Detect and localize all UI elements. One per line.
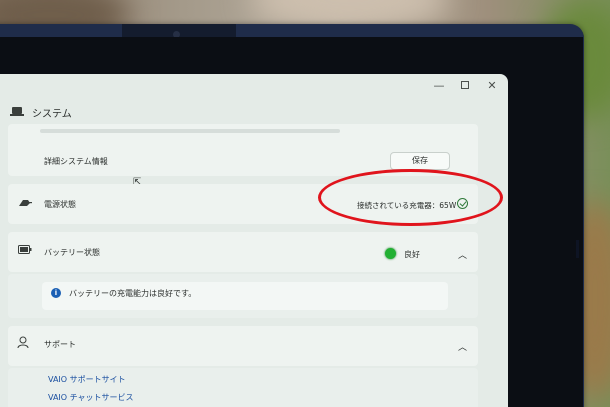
headset-icon — [17, 336, 29, 349]
status-good-icon — [385, 248, 396, 259]
support-site-link[interactable]: VAIO サポートサイト — [48, 374, 126, 385]
battery-icon — [18, 245, 32, 254]
page-title: システム — [32, 108, 72, 120]
battery-status: 良好 — [404, 250, 420, 259]
settings-window: — ✕ システム 詳細システム情報 保存 ⇱ 電源状態 接続されている充電器：6… — [0, 74, 508, 407]
app-title: システム — [10, 104, 72, 120]
chevron-up-icon[interactable]: ︿ — [458, 248, 467, 261]
annotation-ellipse — [318, 169, 503, 226]
close-button[interactable]: ✕ — [485, 79, 499, 93]
scrolled-row-remnant — [40, 129, 340, 133]
support-card[interactable] — [8, 326, 478, 366]
laptop-icon — [10, 107, 24, 117]
battery-message: バッテリーの充電能力は良好です。 — [69, 289, 197, 298]
detail-info-label: 詳細システム情報 — [44, 157, 108, 166]
save-button[interactable]: 保存 — [390, 152, 450, 170]
maximize-icon — [461, 81, 469, 89]
chevron-up-icon[interactable]: ︿ — [458, 340, 467, 353]
maximize-button[interactable] — [458, 79, 472, 93]
battery-state-label: バッテリー状態 — [44, 248, 100, 257]
chat-service-link[interactable]: VAIO チャットサービス — [48, 392, 134, 403]
support-label: サポート — [44, 340, 76, 349]
side-port — [576, 240, 579, 258]
power-plug-icon — [19, 200, 32, 206]
minimize-button[interactable]: — — [432, 79, 446, 93]
info-icon: i — [51, 288, 61, 298]
power-state-label: 電源状態 — [44, 200, 76, 209]
